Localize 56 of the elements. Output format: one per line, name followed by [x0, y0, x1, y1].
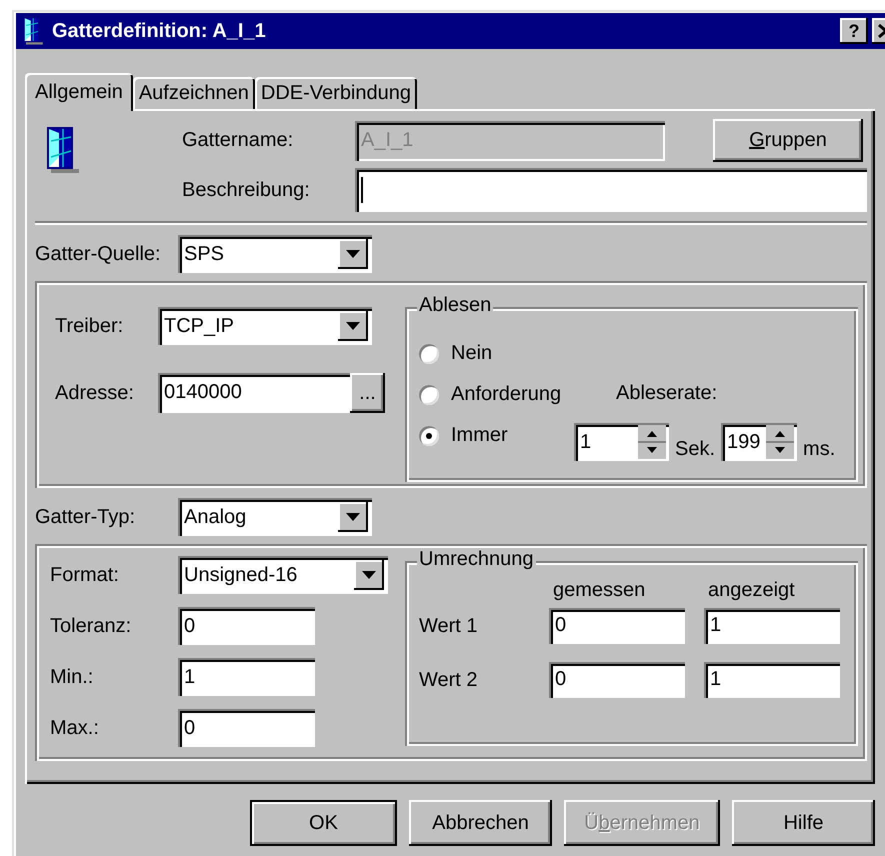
caret-icon: [362, 571, 376, 579]
input-field[interactable]: 0: [178, 709, 315, 747]
input-field[interactable]: 1: [704, 608, 840, 644]
radio-label[interactable]: Nein: [451, 342, 492, 365]
column-header: gemessen: [552, 579, 646, 602]
dialog-button[interactable]: Hilfe: [732, 800, 875, 846]
tab[interactable]: Allgemein: [25, 73, 133, 111]
caret-icon: [346, 250, 360, 258]
groups-button[interactable]: Gruppen: [713, 119, 863, 162]
window-title: Gatterdefinition: A_I_1: [52, 20, 266, 42]
field-label: Treiber:: [55, 314, 124, 338]
browse-button[interactable]: ...: [350, 373, 385, 413]
caret-icon: [346, 513, 360, 521]
address-field[interactable]: 0140000: [158, 373, 350, 413]
field-label: Format:: [50, 564, 120, 586]
dropdown[interactable]: Analog: [178, 498, 372, 536]
spin-arrows-icon: [766, 425, 794, 459]
spin-arrows-icon: [638, 425, 666, 459]
tab[interactable]: Aufzeichnen: [132, 77, 255, 109]
dialog-button[interactable]: OK: [250, 800, 397, 846]
field-label: Toleranz:: [50, 614, 132, 638]
tab[interactable]: DDE-Verbindung: [254, 77, 417, 109]
field-label: Min.:: [50, 666, 94, 688]
input-field[interactable]: 0: [549, 662, 685, 698]
field-label: Gattername:: [182, 129, 294, 152]
row-label: Wert 2: [419, 668, 479, 692]
input-field[interactable]: 1: [704, 662, 840, 698]
field-label: Adresse:: [55, 382, 135, 404]
unit-label: ms.: [803, 438, 836, 461]
text-cursor: [361, 177, 363, 203]
radio-label[interactable]: Immer: [451, 424, 508, 447]
radio-label[interactable]: Anforderung: [451, 383, 562, 406]
input-field[interactable]: 0: [549, 608, 685, 644]
radio-button[interactable]: [419, 426, 439, 446]
help-button[interactable]: ?: [840, 18, 868, 44]
description-field[interactable]: [355, 168, 867, 212]
dropdown[interactable]: TCP_IP: [158, 307, 372, 345]
unit-label: Sek.: [675, 438, 716, 461]
row-label: Wert 1: [419, 614, 479, 638]
field-label: Beschreibung:: [182, 178, 311, 202]
dropdown[interactable]: Unsigned-16: [178, 556, 388, 594]
spinner-field[interactable]: 199: [721, 423, 798, 461]
field-label: Gatter-Typ:: [35, 506, 136, 528]
input-field[interactable]: 0: [178, 607, 315, 645]
column-header: angezeigt: [707, 579, 796, 602]
caret-icon: [346, 322, 360, 330]
radio-button[interactable]: [419, 384, 439, 404]
field-label: Max.:: [50, 716, 100, 740]
group-title: Umrechnung: [417, 548, 536, 571]
dropdown[interactable]: SPS: [178, 235, 372, 273]
field-label: Gatter-Quelle:: [35, 242, 162, 266]
spinner-field[interactable]: 1: [574, 423, 669, 461]
radio-button[interactable]: [419, 344, 439, 364]
input-field[interactable]: 1: [178, 658, 315, 696]
dialog-button[interactable]: Abbrechen: [409, 800, 552, 846]
field-label: Ableserate:: [616, 382, 718, 405]
